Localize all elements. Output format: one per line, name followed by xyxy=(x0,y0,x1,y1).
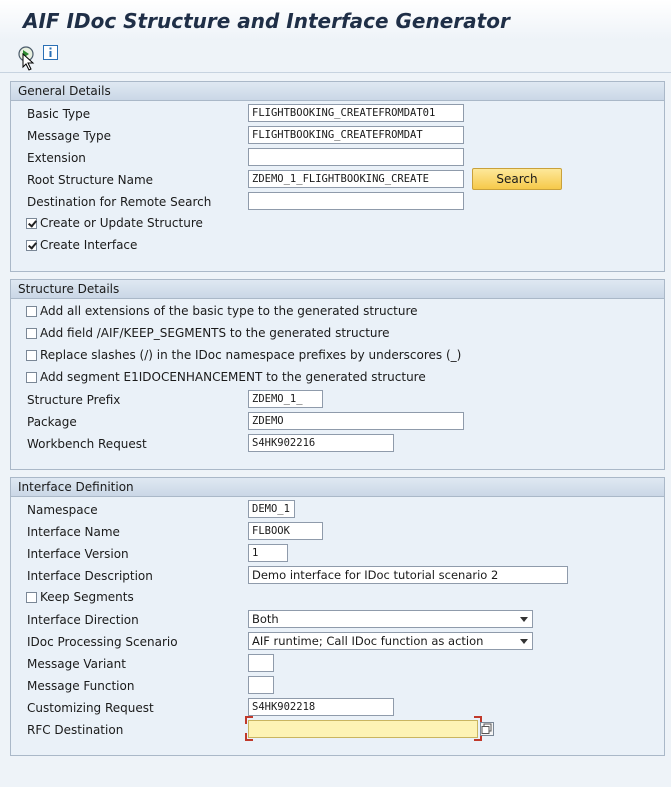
namespace-label: Namespace xyxy=(27,503,98,517)
title-bar: AIF IDoc Structure and Interface Generat… xyxy=(0,0,671,40)
interface-version-field[interactable]: 1 xyxy=(248,544,288,562)
interface-name-label: Interface Name xyxy=(27,525,120,539)
create-structure-label: Create or Update Structure xyxy=(40,216,203,230)
message-variant-label: Message Variant xyxy=(27,657,126,671)
general-details-header: General Details xyxy=(11,82,664,101)
add-extensions-checkbox[interactable] xyxy=(26,306,37,317)
rfc-destination-label: RFC Destination xyxy=(27,723,124,737)
message-type-field[interactable]: FLIGHTBOOKING_CREATEFROMDAT xyxy=(248,126,464,144)
package-field[interactable]: ZDEMO xyxy=(248,412,464,430)
rfc-destination-field[interactable] xyxy=(248,720,478,738)
idoc-scenario-select[interactable]: AIF runtime; Call IDoc function as actio… xyxy=(248,632,533,650)
keep-segments-field-checkbox[interactable] xyxy=(26,328,37,339)
extension-label: Extension xyxy=(27,151,86,165)
keep-segments-field-label: Add field /AIF/KEEP_SEGMENTS to the gene… xyxy=(40,326,390,340)
keep-segments-checkbox[interactable] xyxy=(26,592,37,603)
e1idoc-segment-checkbox[interactable] xyxy=(26,372,37,383)
idoc-scenario-label: IDoc Processing Scenario xyxy=(27,635,178,649)
message-function-field[interactable] xyxy=(248,676,274,694)
create-interface-checkbox[interactable] xyxy=(26,240,37,251)
customizing-request-label: Customizing Request xyxy=(27,701,154,715)
required-marker xyxy=(245,716,253,724)
interface-direction-select[interactable]: Both xyxy=(248,610,533,628)
package-label: Package xyxy=(27,415,77,429)
namespace-field[interactable]: DEMO_1 xyxy=(248,500,295,518)
interface-description-label: Interface Description xyxy=(27,569,153,583)
replace-slashes-checkbox[interactable] xyxy=(26,350,37,361)
required-marker xyxy=(245,733,253,741)
add-extensions-label: Add all extensions of the basic type to … xyxy=(40,304,418,318)
keep-segments-label: Keep Segments xyxy=(40,590,134,604)
interface-description-field[interactable]: Demo interface for IDoc tutorial scenari… xyxy=(248,566,568,584)
destination-field[interactable] xyxy=(248,192,464,210)
idoc-scenario-value: AIF runtime; Call IDoc function as actio… xyxy=(252,634,484,648)
interface-direction-value: Both xyxy=(252,612,279,626)
root-structure-label: Root Structure Name xyxy=(27,173,154,187)
create-structure-checkbox[interactable] xyxy=(26,218,37,229)
chevron-down-icon xyxy=(520,617,528,622)
page-title: AIF IDoc Structure and Interface Generat… xyxy=(23,9,510,33)
chevron-down-icon xyxy=(520,639,528,644)
structure-prefix-field[interactable]: ZDEMO_1_ xyxy=(248,390,323,408)
e1idoc-segment-label: Add segment E1IDOCENHANCEMENT to the gen… xyxy=(40,370,426,384)
destination-label: Destination for Remote Search xyxy=(27,195,212,209)
basic-type-field[interactable]: FLIGHTBOOKING_CREATEFROMDAT01 xyxy=(248,104,464,122)
value-help-button[interactable] xyxy=(480,722,494,736)
structure-prefix-label: Structure Prefix xyxy=(27,393,121,407)
toolbar xyxy=(0,40,671,73)
extension-field[interactable] xyxy=(248,148,464,166)
create-interface-label: Create Interface xyxy=(40,238,138,252)
checkmark-icon xyxy=(28,218,37,228)
workbench-request-field[interactable]: S4HK902216 xyxy=(248,434,394,452)
mouse-cursor-icon xyxy=(22,52,36,71)
interface-direction-label: Interface Direction xyxy=(27,613,139,627)
search-button[interactable]: Search xyxy=(472,168,562,190)
customizing-request-field[interactable]: S4HK902218 xyxy=(248,698,394,716)
interface-name-field[interactable]: FLBOOK xyxy=(248,522,323,540)
interface-version-label: Interface Version xyxy=(27,547,129,561)
value-help-icon xyxy=(481,723,492,734)
interface-definition-header: Interface Definition xyxy=(11,478,664,497)
checkmark-icon xyxy=(28,240,37,250)
message-function-label: Message Function xyxy=(27,679,135,693)
info-icon[interactable] xyxy=(43,45,58,60)
message-type-label: Message Type xyxy=(27,129,111,143)
basic-type-label: Basic Type xyxy=(27,107,91,121)
workbench-request-label: Workbench Request xyxy=(27,437,147,451)
replace-slashes-label: Replace slashes (/) in the IDoc namespac… xyxy=(40,348,462,362)
structure-details-header: Structure Details xyxy=(11,280,664,299)
root-structure-field[interactable]: ZDEMO_1_FLIGHTBOOKING_CREATE xyxy=(248,170,464,188)
message-variant-field[interactable] xyxy=(248,654,274,672)
